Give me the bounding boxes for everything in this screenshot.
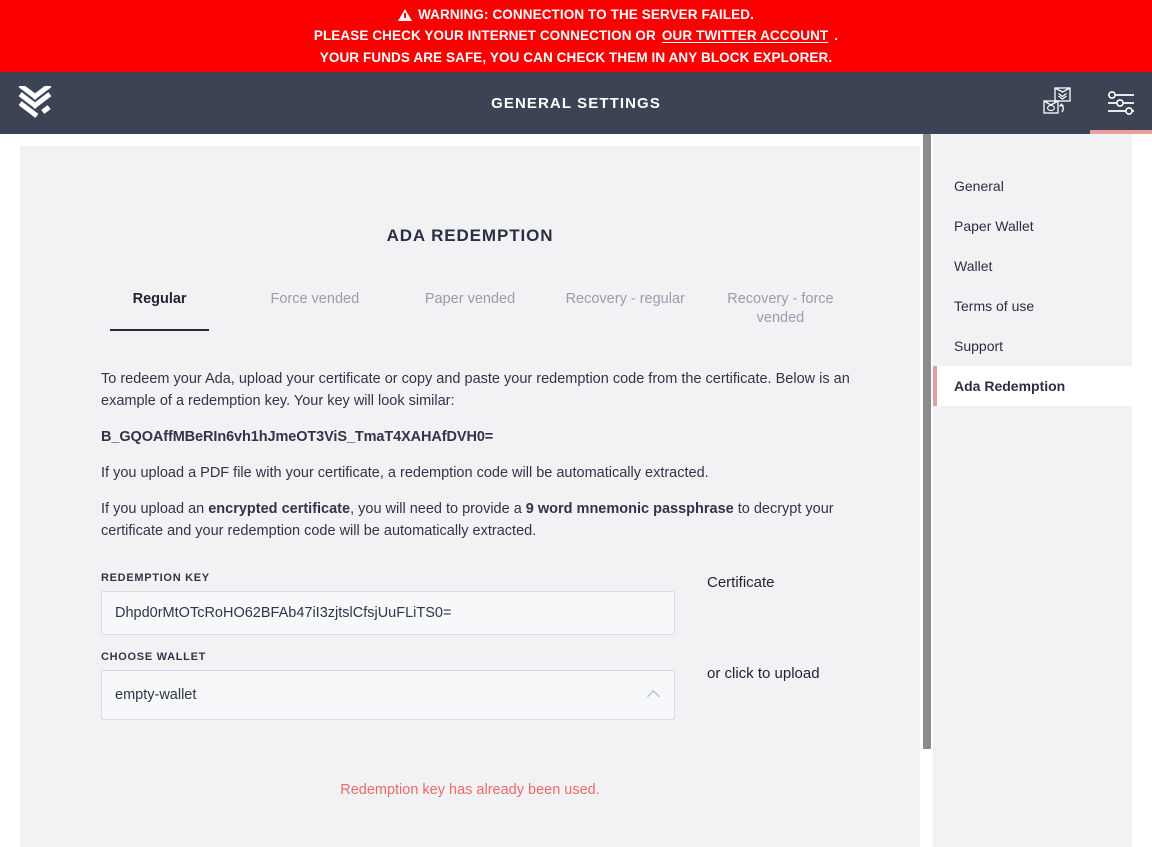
warning-text-1: WARNING: CONNECTION TO THE SERVER FAILED… [418,6,754,22]
instruction-paragraph-3: If you upload an encrypted certificate, … [101,498,854,542]
example-redemption-key: B_GQOAffMBeRIn6vh1hJmeOT3ViS_TmaT4XAHAfD… [101,428,494,445]
scrollbar-thumb[interactable] [923,134,931,749]
sidebar-item-wallet[interactable]: Wallet [933,246,1132,286]
tab-regular[interactable]: Regular [82,290,237,337]
vertical-scrollbar[interactable] [920,134,933,847]
wallet-transfer-button[interactable] [1028,72,1090,134]
warning-text-3: YOUR FUNDS ARE SAFE, YOU CAN CHECK THEM … [319,49,833,65]
warning-line-3: YOUR FUNDS ARE SAFE, YOU CAN CHECK THEM … [320,48,833,68]
ada-redemption-panel: ADA REDEMPTION Regular Force vended Pape… [20,146,920,847]
tab-recovery-force-vended[interactable]: Recovery - force vended [703,290,858,356]
sidebar-item-general[interactable]: General [933,166,1132,206]
settings-sidebar: General Paper Wallet Wallet Terms of use… [933,134,1132,847]
certificate-upload-area[interactable]: Certificate or click to upload [675,572,915,736]
redemption-key-field-block: REDEMPTION KEY [101,572,675,635]
warning-text-2-suffix: . [834,28,839,44]
redemption-key-label: REDEMPTION KEY [101,571,210,584]
redemption-key-input[interactable] [101,590,675,635]
page-title: GENERAL SETTINGS [491,94,661,112]
certificate-upload-link[interactable]: or click to upload [707,665,915,682]
sidebar-item-terms-of-use[interactable]: Terms of use [933,286,1132,326]
tab-force-vended[interactable]: Force vended [237,290,392,337]
instruction-3-part-c: , you will need to provide a [350,500,526,517]
page-body: ADA REDEMPTION Regular Force vended Pape… [0,134,1152,847]
choose-wallet-select[interactable]: empty-wallet [101,669,675,720]
instruction-3-encrypted-certificate: encrypted certificate [208,500,351,517]
ada-redemption-heading: ADA REDEMPTION [386,226,554,245]
sidebar-item-support[interactable]: Support [933,326,1132,366]
top-bar: GENERAL SETTINGS [0,72,1152,134]
tab-paper-vended[interactable]: Paper vended [392,290,547,337]
twitter-account-link[interactable]: OUR TWITTER ACCOUNT [662,26,828,46]
settings-sliders-icon [1108,91,1134,115]
instruction-paragraph-2: If you upload a PDF file with your certi… [101,464,709,481]
warning-line-1: WARNING: CONNECTION TO THE SERVER FAILED… [398,5,754,25]
redemption-type-tabs: Regular Force vended Paper vended Recove… [20,290,920,356]
chevron-up-icon [647,690,660,703]
instruction-3-mnemonic-passphrase: 9 word mnemonic passphrase [525,500,734,517]
warning-triangle-icon [398,9,413,22]
warning-line-2: PLEASE CHECK YOUR INTERNET CONNECTION OR… [314,26,838,46]
sidebar-item-paper-wallet[interactable]: Paper Wallet [933,206,1132,246]
redemption-form-left: REDEMPTION KEY CHOOSE WALLET empty-walle… [101,572,675,736]
wallet-transfer-icon [1043,87,1071,114]
warning-text-2-prefix: PLEASE CHECK YOUR INTERNET CONNECTION OR [313,28,656,44]
choose-wallet-label: CHOOSE WALLET [101,650,207,663]
instruction-3-part-a: If you upload an [101,500,209,517]
top-bar-actions [1028,72,1152,134]
choose-wallet-value: empty-wallet [115,686,197,703]
choose-wallet-field-block: CHOOSE WALLET empty-wallet [101,651,675,720]
daedalus-logo-icon[interactable] [18,86,52,120]
sidebar-item-ada-redemption[interactable]: Ada Redemption [933,366,1132,406]
server-connection-warning-banner: WARNING: CONNECTION TO THE SERVER FAILED… [0,0,1152,72]
redemption-form: REDEMPTION KEY CHOOSE WALLET empty-walle… [20,556,920,736]
settings-content-area: ADA REDEMPTION Regular Force vended Pape… [0,134,920,847]
instruction-paragraph-1: To redeem your Ada, upload your certific… [101,370,850,409]
certificate-title: Certificate [707,573,775,591]
settings-button[interactable] [1090,72,1152,134]
redemption-instructions: To redeem your Ada, upload your certific… [20,356,920,542]
redemption-error-message: Redemption key has already been used. [340,781,600,798]
tab-recovery-regular[interactable]: Recovery - regular [548,290,703,337]
